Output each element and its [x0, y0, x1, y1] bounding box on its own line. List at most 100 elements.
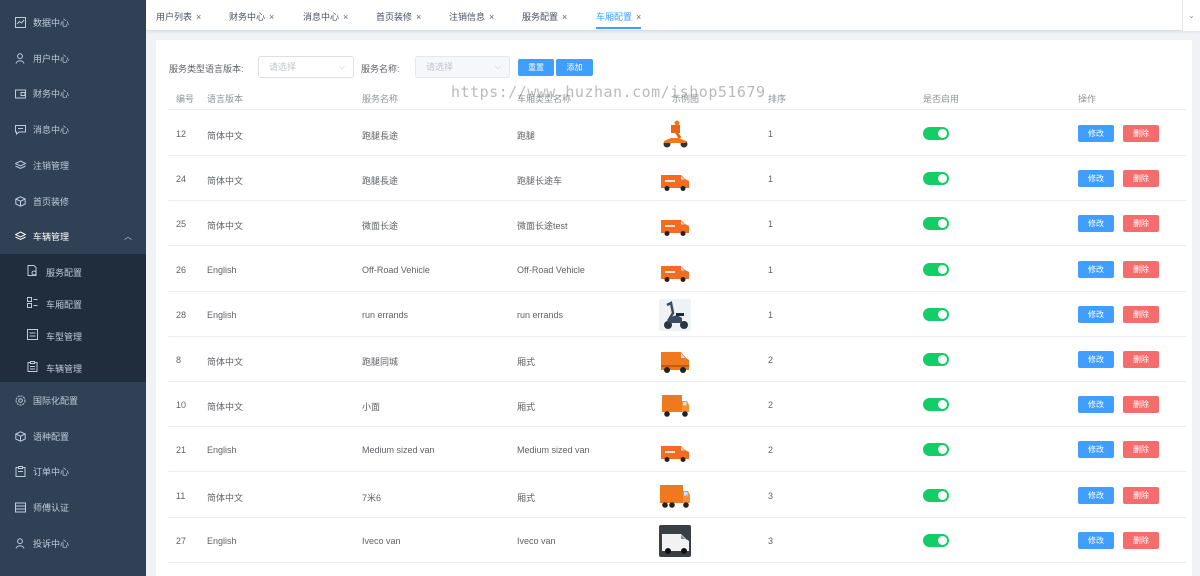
close-icon[interactable]: ×	[562, 12, 567, 22]
edit-button[interactable]: 修改	[1078, 351, 1114, 368]
sidebar-item-language-config[interactable]: 语种配置	[0, 419, 146, 454]
close-icon[interactable]: ×	[416, 12, 421, 22]
sidebar-item-message-center[interactable]: 消息中心	[0, 112, 146, 147]
submenu-item-model-management[interactable]: 车型管理	[0, 319, 146, 351]
column-header: 是否启用	[923, 94, 960, 104]
language-select[interactable]: 请选择 ⌵	[258, 56, 354, 78]
close-icon[interactable]: ×	[343, 12, 348, 22]
enable-switch[interactable]	[923, 533, 949, 547]
vehicle-image[interactable]	[659, 118, 691, 150]
cell-id: 21	[176, 445, 187, 456]
vehicle-image[interactable]	[659, 253, 691, 286]
enable-switch[interactable]	[923, 353, 949, 366]
sidebar-item-order-center[interactable]: 订单中心	[0, 454, 146, 489]
edit-button[interactable]: 修改	[1078, 486, 1114, 504]
edit-button[interactable]: 修改	[1078, 305, 1114, 323]
tab-homepage-decoration[interactable]: 首页装修 ×	[376, 8, 421, 26]
close-icon[interactable]: ×	[636, 12, 641, 22]
edit-button[interactable]: 修改	[1078, 441, 1114, 459]
vehicle-image[interactable]	[659, 163, 691, 196]
enable-switch[interactable]	[923, 488, 949, 502]
sidebar-item-data-center[interactable]: 数据中心	[0, 5, 146, 40]
delete-button[interactable]: 删除	[1123, 351, 1159, 368]
cell-carriage-type: 厢式	[517, 402, 536, 413]
delete-button[interactable]: 删除	[1123, 396, 1159, 414]
delete-button[interactable]: 删除	[1123, 531, 1159, 549]
vehicle-image[interactable]	[659, 298, 691, 331]
sidebar-item-cancellation[interactable]: 注销管理	[0, 148, 146, 183]
sidebar-item-i18n-config[interactable]: 国际化配置	[0, 383, 146, 418]
sidebar-item-user-center[interactable]: 用户中心	[0, 41, 146, 76]
tab-user-list[interactable]: 用户列表 ×	[156, 8, 201, 26]
sidebar-item-label: 财务中心	[33, 89, 70, 99]
sidebar-item-master-certification[interactable]: 师傅认证	[0, 490, 146, 525]
delete-button[interactable]: 删除	[1123, 486, 1159, 504]
cell-carriage-type: 微面长途test	[517, 221, 568, 232]
sidebar-item-finance-center[interactable]: 财务中心	[0, 76, 146, 111]
enable-switch[interactable]	[923, 443, 949, 457]
layers-icon	[14, 231, 26, 243]
delete-button[interactable]: 删除	[1123, 125, 1159, 142]
delete-button[interactable]: 删除	[1123, 441, 1159, 459]
close-icon[interactable]: ×	[489, 12, 494, 22]
edit-button[interactable]: 修改	[1078, 396, 1114, 414]
cell-id: 8	[176, 355, 182, 365]
submenu-item-vehicle-management[interactable]: 车辆管理	[0, 351, 146, 383]
switch-knob	[938, 174, 947, 184]
language-select-placeholder: 请选择	[269, 62, 297, 72]
close-icon[interactable]: ×	[196, 12, 201, 22]
reset-button[interactable]: 重置	[518, 59, 554, 76]
sidebar-item-complaint-center[interactable]: 投诉中心	[0, 526, 146, 561]
service-select[interactable]: 请选择 ⌵	[415, 56, 510, 78]
tab-carriage-config[interactable]: 车厢配置 ×	[596, 8, 642, 29]
cell-language: 简体中文	[207, 402, 244, 413]
switch-knob	[938, 129, 947, 138]
vehicle-image[interactable]	[659, 524, 691, 557]
table-row: 8 简体中文 跑腿同城 厢式 2 修改 删除	[168, 337, 1186, 382]
edit-button[interactable]: 修改	[1078, 125, 1114, 142]
vehicle-image[interactable]	[659, 434, 691, 467]
submenu-item-carriage-config[interactable]: 车厢配置	[0, 287, 146, 319]
vehicle-image[interactable]	[659, 479, 691, 512]
vehicle-image[interactable]	[659, 389, 691, 422]
cell-language: English	[207, 309, 237, 320]
tab-cancellation-info[interactable]: 注销信息 ×	[449, 8, 494, 26]
tabs-scroll-button[interactable]: ⌄	[1182, 0, 1200, 31]
vehicle-image[interactable]	[659, 208, 691, 241]
tab-label: 注销信息	[449, 12, 486, 22]
edit-button[interactable]: 修改	[1078, 215, 1114, 233]
edit-button[interactable]: 修改	[1078, 531, 1114, 549]
add-button[interactable]: 添加	[556, 59, 593, 76]
table-row: 27 English Iveco van Iveco van 3 修改 删除	[168, 518, 1186, 563]
enable-switch[interactable]	[923, 262, 949, 276]
enable-switch[interactable]	[923, 172, 949, 186]
cell-sort: 1	[768, 129, 774, 139]
submenu-item-label: 服务配置	[46, 268, 83, 278]
tab-service-config[interactable]: 服务配置 ×	[522, 8, 567, 26]
vehicle-image[interactable]	[659, 344, 691, 376]
cell-service-name: 微面长途	[362, 221, 399, 232]
cell-service-name: run errands	[362, 309, 409, 320]
table-row: 28 English run errands run errands 1 修改 删除	[168, 292, 1186, 337]
submenu-item-service-config[interactable]: 服务配置	[0, 255, 146, 287]
switch-knob	[938, 535, 947, 545]
delete-button[interactable]: 删除	[1123, 170, 1159, 188]
delete-button[interactable]: 删除	[1123, 305, 1159, 323]
submenu-item-label: 车厢配置	[46, 300, 83, 310]
enable-switch[interactable]	[923, 398, 949, 412]
sidebar-item-vehicle-management[interactable]: 车辆管理 ︿	[0, 219, 146, 254]
cell-carriage-type: Off-Road Vehicle	[517, 264, 585, 275]
close-icon[interactable]: ×	[269, 12, 274, 22]
sidebar-item-homepage-decoration[interactable]: 首页装修	[0, 184, 146, 219]
enable-switch[interactable]	[923, 217, 949, 231]
enable-switch[interactable]	[923, 127, 949, 140]
tab-finance-center[interactable]: 财务中心 ×	[229, 8, 274, 26]
edit-button[interactable]: 修改	[1078, 170, 1114, 188]
cell-carriage-type: 跑腿长途车	[517, 176, 563, 187]
enable-switch[interactable]	[923, 307, 949, 321]
delete-button[interactable]: 删除	[1123, 215, 1159, 233]
edit-button[interactable]: 修改	[1078, 260, 1114, 278]
tab-message-center[interactable]: 消息中心 ×	[303, 8, 348, 26]
table-row: 25 简体中文 微面长途 微面长途test 1 修改 删除	[168, 201, 1186, 247]
delete-button[interactable]: 删除	[1123, 260, 1159, 278]
